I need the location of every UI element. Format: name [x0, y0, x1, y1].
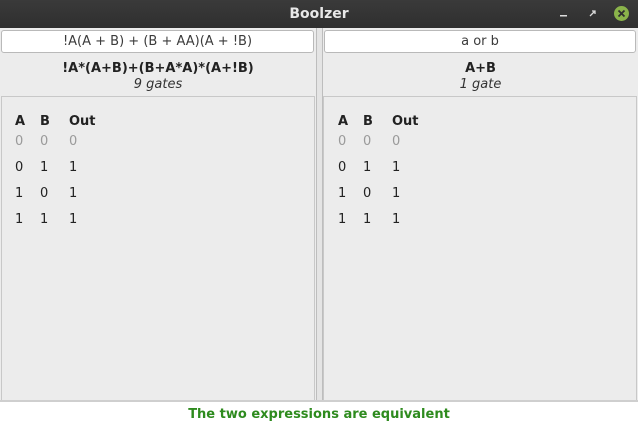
table-cell: 1 — [15, 186, 24, 201]
table-cell: 1 — [363, 160, 372, 175]
table-cell: 1 — [69, 212, 78, 227]
header-cell: B — [363, 114, 373, 129]
table-cell: 1 — [338, 212, 347, 227]
left-gate-count: 9 gates — [133, 77, 183, 92]
table-cell: 1 — [392, 186, 401, 201]
table-cell: 1 — [15, 212, 24, 227]
close-icon[interactable] — [613, 5, 630, 22]
window-title: Boolzer — [289, 6, 349, 22]
table-cell: 0 — [363, 134, 372, 149]
table-cell: 1 — [69, 186, 78, 201]
table-cell: 0 — [338, 134, 347, 149]
table-cell: 1 — [363, 212, 372, 227]
table-cell: 0 — [40, 134, 49, 149]
header-cell: B — [40, 114, 50, 129]
table-cell: 1 — [392, 160, 401, 175]
left-expression-input[interactable] — [1, 30, 314, 53]
table-cell: 0 — [15, 134, 24, 149]
table-cell: 1 — [40, 212, 49, 227]
equivalence-status: The two expressions are equivalent — [0, 400, 638, 428]
header-cell: Out — [392, 114, 419, 129]
table-cell: 1 — [40, 160, 49, 175]
table-cell: 0 — [40, 186, 49, 201]
table-cell: 0 — [392, 134, 401, 149]
minimize-icon[interactable] — [556, 6, 572, 22]
right-simplified-expression: A+B — [465, 61, 496, 76]
right-gate-count: 1 gate — [459, 77, 502, 92]
left-simplified-expression: !A*(A+B)+(B+A*A)*(A+!B) — [62, 61, 254, 76]
table-cell: 0 — [338, 160, 347, 175]
pane-divider[interactable] — [316, 28, 323, 400]
header-cell: A — [15, 114, 26, 129]
table-cell: 1 — [338, 186, 347, 201]
table-cell: 0 — [69, 134, 78, 149]
title-bar[interactable]: Boolzer — [0, 0, 638, 28]
table-cell: 1 — [392, 212, 401, 227]
table-cell: 0 — [15, 160, 24, 175]
header-cell: A — [338, 114, 349, 129]
maximize-icon[interactable] — [585, 6, 601, 22]
header-cell: Out — [69, 114, 96, 129]
right-expression-input[interactable] — [324, 30, 636, 53]
table-cell: 0 — [363, 186, 372, 201]
table-cell: 1 — [69, 160, 78, 175]
